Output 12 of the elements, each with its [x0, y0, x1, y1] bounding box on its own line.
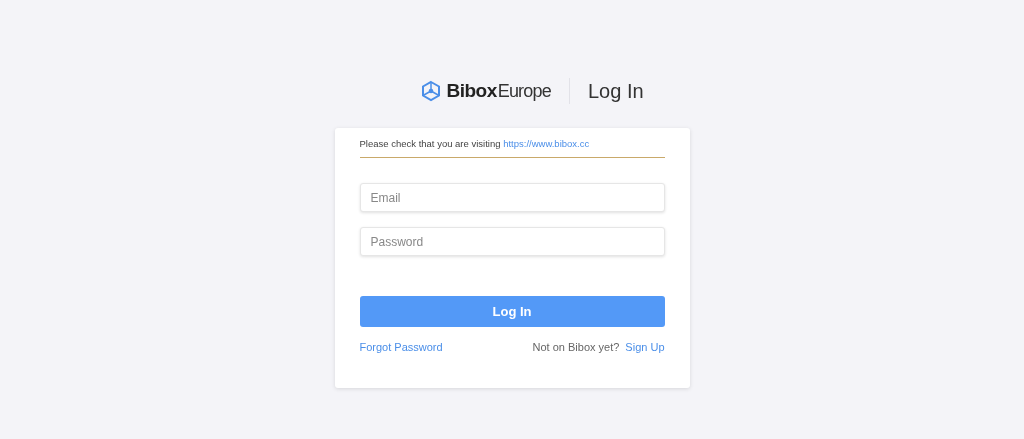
- brand-name: Bibox: [446, 80, 497, 102]
- brand-region: Europe: [497, 80, 551, 102]
- signup-prompt: Not on Bibox yet?: [532, 341, 620, 353]
- input-field[interactable]: Email: [359, 183, 665, 212]
- input-field[interactable]: Password: [359, 227, 665, 256]
- security-notice: Please check that you are visiting https://www.bibox.cc: [359, 138, 665, 158]
- page-title: Log In: [587, 79, 644, 103]
- signup-link[interactable]: Sign Up: [625, 341, 665, 353]
- forgot-password-link[interactable]: Forgot Password: [359, 341, 443, 353]
- login-button[interactable]: Log In: [359, 296, 665, 327]
- cube-logo-icon: [420, 80, 443, 102]
- site-link[interactable]: https://www.bibox.cc: [503, 138, 590, 149]
